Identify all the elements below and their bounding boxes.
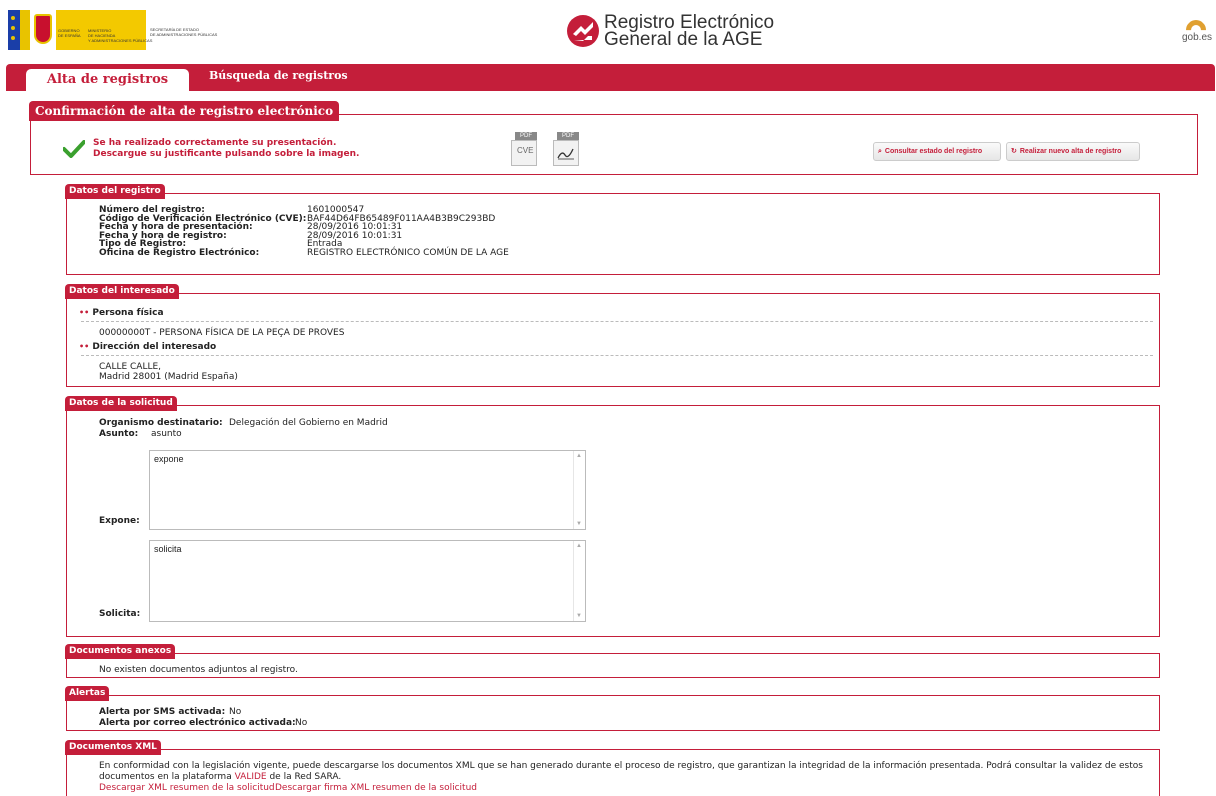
documentos-anexos-title: Documentos anexos — [65, 644, 176, 659]
expone-label: Expone: — [99, 516, 140, 526]
registro-mark-icon — [567, 15, 599, 47]
datos-solicitud-title: Datos de la solicitud — [65, 396, 177, 411]
documentos-xml-title: Documentos XML — [65, 740, 161, 755]
download-hint: Descargue su justificante pulsando sobre… — [93, 149, 360, 159]
datos-registro-title: Datos del registro — [65, 184, 165, 199]
consultar-estado-button[interactable]: ⌕ Consultar estado del registro — [873, 142, 1001, 161]
download-xml-signature-link[interactable]: Descargar firma XML resumen de la solici… — [275, 784, 477, 793]
datos-interesado-panel: Datos del interesado •• Persona física 0… — [65, 284, 1160, 387]
page-header: GOBIERNO DE ESPAÑA MINISTERIO DE HACIEND… — [0, 0, 1216, 56]
alerta-sms-value: No — [229, 707, 242, 717]
registro-field-label: Oficina de Registro Electrónico: — [99, 248, 260, 258]
solicita-label: Solicita: — [99, 609, 141, 619]
alertas-panel: Alertas Alerta por SMS activada: No Aler… — [65, 686, 1160, 731]
asunto-label: Asunto: — [99, 429, 139, 439]
solicita-scrollbar[interactable] — [573, 541, 585, 621]
documentos-anexos-panel: Documentos anexos No existen documentos … — [65, 644, 1160, 678]
datos-solicitud-panel: Datos de la solicitud Organismo destinat… — [65, 396, 1160, 637]
ministry-name: MINISTERIO DE HACIENDA Y ADMINISTRACIONE… — [88, 28, 153, 43]
search-icon: ⌕ — [878, 148, 882, 155]
signature-pen-icon — [557, 148, 574, 160]
xml-text-line1: En conformidad con la legislación vigent… — [99, 761, 1143, 771]
tab-busqueda-registros[interactable]: Búsqueda de registros — [209, 69, 348, 83]
alerta-mail-label: Alerta por correo electrónico activada: — [99, 718, 296, 728]
success-check-icon — [63, 140, 85, 158]
coat-of-arms-icon — [34, 14, 52, 44]
expone-scrollbar[interactable] — [573, 451, 585, 529]
anexos-text: No existen documentos adjuntos al regist… — [99, 665, 298, 675]
valide-link[interactable]: VALIDE — [235, 772, 267, 782]
datos-registro-panel: Datos del registro Número del registro: 1… — [65, 184, 1160, 275]
gobes-logo[interactable]: gob.es — [1180, 20, 1216, 46]
main-nav: Alta de registros Búsqueda de registros — [6, 64, 1215, 91]
persona-fisica-value: 00000000T - PERSONA FÍSICA DE LA PEÇA DE… — [99, 328, 345, 338]
tab-alta-registros[interactable]: Alta de registros — [26, 69, 189, 91]
organismo-label: Organismo destinatario: — [99, 418, 223, 428]
refresh-icon: ↻ — [1011, 148, 1017, 155]
direccion-heading: •• Dirección del interesado — [79, 342, 217, 352]
nuevo-alta-button[interactable]: ↻ Realizar nuevo alta de registro — [1006, 142, 1140, 161]
alertas-title: Alertas — [65, 686, 110, 701]
documentos-xml-panel: Documentos XML En conformidad con la leg… — [65, 740, 1160, 796]
gobierno-espana-logo[interactable]: GOBIERNO DE ESPAÑA MINISTERIO DE HACIEND… — [8, 10, 223, 50]
success-message: Se ha realizado correctamente su present… — [93, 138, 337, 148]
confirmation-panel: Confirmación de alta de registro electró… — [29, 101, 1198, 175]
pdf-cve-icon[interactable]: PDF CVE — [509, 132, 537, 166]
confirmation-title: Confirmación de alta de registro electró… — [29, 101, 340, 121]
asunto-value: asunto — [151, 429, 182, 439]
xml-text-line2: documentos en la plataforma VALIDE de la… — [99, 772, 342, 782]
secretaria-name: SECRETARÍA DE ESTADO DE ADMINISTRACIONES… — [150, 27, 218, 37]
organismo-value: Delegación del Gobierno en Madrid — [229, 418, 388, 428]
alerta-mail-value: No — [295, 718, 308, 728]
eu-flag-icon — [8, 10, 30, 50]
persona-fisica-heading: •• Persona física — [79, 308, 164, 318]
solicita-textarea[interactable]: solicita — [149, 540, 586, 622]
gov-name: GOBIERNO DE ESPAÑA — [58, 28, 81, 38]
direccion-line1: CALLE CALLE, — [99, 362, 162, 372]
divider — [81, 355, 1153, 356]
registro-title: Registro Electrónico General de la AGE — [604, 12, 775, 50]
download-xml-link[interactable]: Descargar XML resumen de la solicitud — [99, 784, 275, 793]
direccion-line2: Madrid 28001 (Madrid España) — [99, 372, 238, 382]
alerta-sms-label: Alerta por SMS activada: — [99, 707, 226, 717]
divider — [81, 321, 1153, 322]
datos-interesado-title: Datos del interesado — [65, 284, 179, 299]
pdf-signature-icon[interactable]: PDF — [551, 132, 579, 166]
expone-textarea[interactable]: expone — [149, 450, 586, 530]
registro-field-value: REGISTRO ELECTRÓNICO COMÚN DE LA AGE — [307, 248, 509, 258]
